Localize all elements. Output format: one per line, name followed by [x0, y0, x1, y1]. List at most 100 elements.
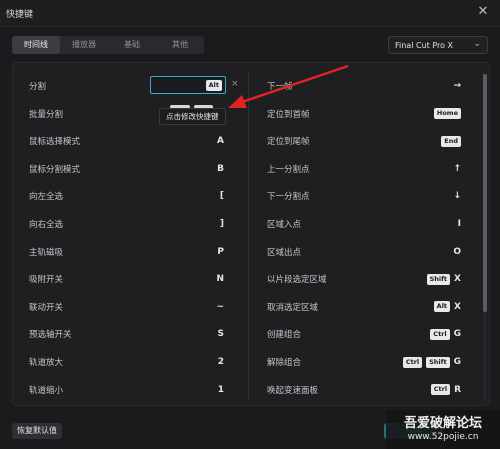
right-shortcut-row[interactable]: 取消选定区域 Alt X: [267, 297, 461, 317]
shortcut-label: 批量分割: [29, 109, 64, 120]
key-text: O: [453, 246, 461, 257]
tab-player[interactable]: 播放器: [60, 36, 108, 54]
edit-key-badge: Alt: [205, 80, 222, 91]
left-shortcut-row[interactable]: 联动开关 ~: [29, 297, 224, 317]
right-shortcut-row[interactable]: 解除组合 Ctrl Shift G: [267, 352, 461, 372]
reset-defaults-button[interactable]: 恢复默认值: [12, 423, 62, 439]
right-shortcut-row[interactable]: 下一帧 →: [267, 76, 461, 96]
shortcut-label: 定位到首帧: [267, 109, 310, 120]
shortcut-label: 创建组合: [267, 330, 302, 341]
right-shortcut-row[interactable]: 区域入点 I: [267, 214, 461, 234]
left-shortcut-row[interactable]: 轨道放大 2: [29, 352, 224, 372]
window-title: 快捷键: [6, 10, 34, 20]
key-text: ~: [216, 301, 224, 312]
shortcut-keys: Ctrl R: [430, 382, 461, 398]
key-badge: Ctrl: [402, 356, 423, 368]
key-text: ↓: [453, 191, 461, 202]
right-shortcut-row[interactable]: 定位到首帧 Home: [267, 104, 461, 124]
key-text: X: [454, 301, 461, 312]
shortcut-label: 联动开关: [29, 302, 64, 313]
key-badge: End: [441, 135, 461, 147]
key-text: ]: [219, 219, 224, 229]
key-text: G: [453, 329, 461, 340]
right-shortcut-row[interactable]: 以片段选定区域 Shift X: [267, 269, 461, 289]
tab-basic[interactable]: 基础: [108, 36, 156, 54]
shortcut-keys: →: [453, 78, 461, 94]
watermark: 吾爱破解论坛 www.52pojie.cn: [386, 410, 500, 449]
shortcut-label: 轨道放大: [29, 358, 64, 368]
left-shortcut-row[interactable]: 向右全选]: [29, 214, 224, 234]
shortcut-label: 分割: [29, 82, 47, 92]
shortcut-keys: ~: [216, 299, 224, 315]
column-divider: [248, 72, 249, 400]
shortcut-keys: ↓: [453, 188, 461, 204]
key-badge: Alt: [433, 301, 451, 313]
key-text: →: [453, 81, 461, 91]
tab-timeline[interactable]: 时间线: [12, 36, 60, 54]
left-shortcut-row[interactable]: 预选轴开关 S: [29, 324, 224, 344]
shortcut-label: 下一分割点: [267, 192, 310, 203]
shortcut-label: 吸附开关: [29, 275, 64, 286]
shortcut-keys: ]: [220, 216, 224, 232]
shortcut-label: 向右全选: [29, 220, 64, 230]
key-text: 1: [217, 384, 224, 395]
shortcut-label: 向左全选: [29, 192, 64, 203]
shortcut-label: 预选轴开关: [29, 330, 72, 341]
key-badge: Ctrl: [430, 384, 451, 396]
right-shortcut-row[interactable]: 唤起变速面板 Ctrl R: [267, 380, 461, 400]
preset-dropdown[interactable]: Final Cut Pro X ⌄: [388, 36, 488, 54]
right-shortcut-row[interactable]: 上一分割点 ↑: [267, 159, 461, 179]
left-shortcut-row[interactable]: 轨道缩小 1: [29, 380, 224, 400]
title-bar: 快捷键 ✕: [0, 0, 500, 27]
shortcut-label: 定位到尾帧: [267, 137, 310, 148]
shortcut-keys: [: [220, 188, 224, 204]
shortcut-keys: N: [216, 271, 224, 287]
tab-bar: 时间线 播放器 基础 其他: [12, 36, 204, 54]
key-text: 2: [217, 357, 224, 367]
right-shortcut-row[interactable]: 下一分割点 ↓: [267, 186, 461, 206]
shortcut-label: 区域入点: [267, 220, 302, 230]
shortcut-keys: Ctrl G: [430, 326, 461, 342]
left-shortcut-row[interactable]: 鼠标分割模式 B: [29, 159, 224, 179]
left-shortcut-row[interactable]: 鼠标选择模式 A: [29, 131, 224, 151]
shortcut-label: 上一分割点: [267, 164, 310, 175]
key-text: A: [217, 136, 224, 147]
left-shortcut-row[interactable]: 吸附开关 N: [29, 269, 224, 289]
shortcut-label: 主轨磁吸: [29, 247, 64, 258]
tab-other[interactable]: 其他: [156, 36, 204, 54]
edit-tooltip: 点击修改快捷键: [159, 108, 226, 125]
shortcut-keys: ↑: [453, 161, 461, 177]
shortcut-label: 以片段选定区域: [267, 275, 327, 286]
clear-icon[interactable]: ×: [231, 79, 239, 89]
key-badge: Shift: [426, 273, 451, 285]
shortcut-label: 唤起变速面板: [267, 385, 319, 396]
key-badge: Shift: [426, 356, 450, 368]
shortcut-keys: S: [218, 326, 224, 342]
key-text: [: [219, 191, 224, 202]
key-text: ↑: [453, 163, 461, 174]
right-shortcut-row[interactable]: 创建组合 Ctrl G: [267, 324, 461, 344]
key-text: I: [457, 219, 461, 229]
right-shortcut-row[interactable]: 定位到尾帧 End: [267, 131, 461, 151]
key-text: G: [453, 357, 461, 367]
key-text: S: [217, 329, 224, 340]
right-shortcut-row[interactable]: 区域出点 O: [267, 242, 461, 262]
shortcut-keys: 2: [218, 354, 224, 370]
watermark-title: 吾爱破解论坛: [403, 416, 482, 431]
shortcut-keys: P: [217, 244, 224, 260]
scrollbar[interactable]: [483, 74, 487, 402]
shortcut-keys: I: [458, 216, 461, 232]
shortcut-label: 轨道缩小: [29, 385, 64, 396]
shortcut-label: 解除组合: [267, 358, 302, 368]
shortcut-edit-field[interactable]: Alt: [150, 76, 226, 94]
shortcut-label: 取消选定区域: [267, 302, 319, 313]
chevron-down-icon: ⌄: [473, 39, 481, 49]
shortcut-keys: 1: [218, 382, 224, 398]
scrollbar-thumb[interactable]: [483, 74, 487, 312]
shortcut-keys: O: [453, 244, 461, 260]
left-shortcut-row[interactable]: 向左全选 [: [29, 186, 224, 206]
watermark-url: www.52pojie.cn: [407, 432, 479, 442]
left-shortcut-row[interactable]: 主轨磁吸 P: [29, 242, 224, 262]
preset-label: Final Cut Pro X: [395, 41, 454, 50]
close-icon[interactable]: ✕: [475, 4, 491, 20]
